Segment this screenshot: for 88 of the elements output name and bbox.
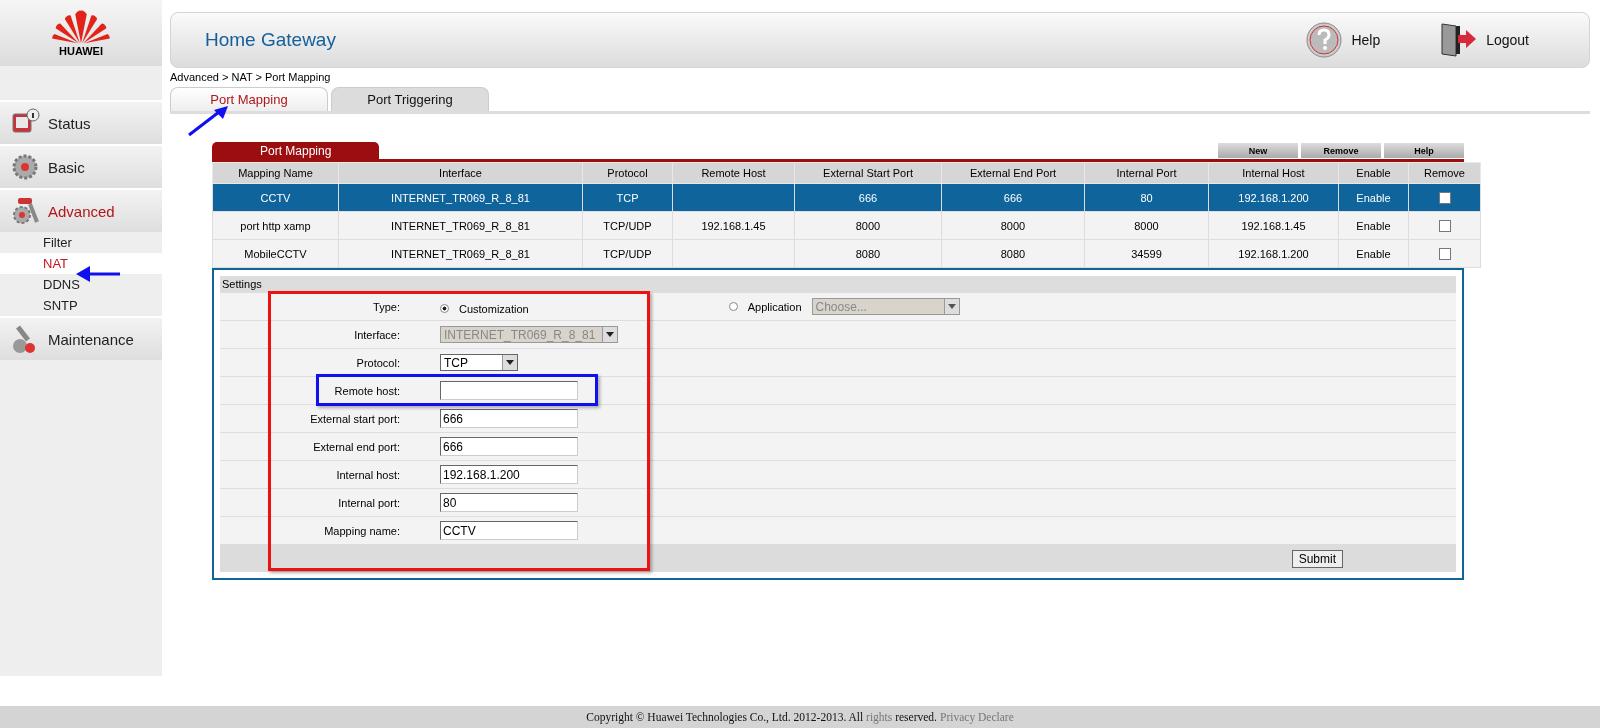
- table-cell: 80: [1140, 191, 1153, 204]
- action-button[interactable]: Help: [1384, 143, 1464, 158]
- help-icon: [1305, 21, 1344, 59]
- caret-icon: [506, 360, 514, 365]
- table-cell: 8000: [1134, 219, 1159, 232]
- field-label: External end port:: [312, 440, 400, 453]
- field-label: Remote host:: [333, 384, 400, 397]
- table-cell: CCTV: [260, 191, 291, 204]
- sidebar-item[interactable]: Advanced: [0, 188, 162, 232]
- action-button[interactable]: Remove: [1301, 143, 1381, 158]
- flower-logo-icon: [51, 9, 111, 45]
- radio-button[interactable]: [728, 302, 738, 311]
- remove-checkbox[interactable]: [1438, 248, 1451, 261]
- logout-link[interactable]: Logout: [1440, 21, 1529, 59]
- gear-wrench-icon: [10, 196, 40, 226]
- caret-icon: [947, 304, 956, 309]
- input-field[interactable]: 666: [440, 437, 578, 456]
- sidebar-item[interactable]: Status: [0, 100, 162, 144]
- radio-option[interactable]: Customization: [440, 302, 529, 315]
- select-field[interactable]: TCP: [440, 354, 518, 371]
- table-cell: 192.168.1.45: [1241, 219, 1306, 232]
- submenu-item[interactable]: NAT: [0, 253, 162, 274]
- table-cell: 192.168.1.200: [1238, 191, 1309, 204]
- column-header: External Start Port: [794, 162, 942, 184]
- column-header: Internal Host: [1208, 162, 1339, 184]
- table-cell: MobileCCTV: [244, 247, 307, 260]
- field-label: Mapping name:: [323, 524, 400, 537]
- table-cell: 8000: [855, 219, 881, 232]
- table-cell: TCP/UDP: [603, 247, 652, 260]
- column-header: External End Port: [941, 162, 1085, 184]
- table-cell: INTERNET_TR069_R_8_81: [391, 247, 530, 260]
- table-row[interactable]: MobileCCTV INTERNET_TR069_R_8_81 TCP/UDP 8080 8080 34599 192.168.1.200 Enable: [212, 239, 1481, 268]
- submit-button[interactable]: Submit: [1291, 549, 1343, 568]
- settings-title: Settings: [220, 276, 1456, 293]
- page-title: Home Gateway: [205, 29, 336, 51]
- copyright-text: Copyright © Huawei Technologies Co., Ltd. 2012-2013. All rights reserved.: [586, 711, 937, 723]
- radio-option[interactable]: Application: [728, 300, 802, 313]
- radio-button[interactable]: [440, 304, 449, 313]
- input-field[interactable]: CCTV: [440, 521, 578, 540]
- brand-name: HUAWEI: [59, 45, 103, 57]
- field-label: Internal host:: [335, 468, 400, 481]
- field-label: Internal port:: [337, 496, 400, 509]
- table-row[interactable]: port http xamp INTERNET_TR069_R_8_81 TCP/UDP 192.168.1.45 8000 8000 8000 192.168.1.45 Enable: [212, 211, 1481, 240]
- remove-checkbox[interactable]: [1438, 220, 1451, 233]
- gear-icon: [10, 152, 40, 182]
- table-cell: 192.168.1.200: [1238, 247, 1309, 260]
- table-cell: 34599: [1131, 247, 1162, 260]
- table-cell: INTERNET_TR069_R_8_81: [391, 219, 530, 232]
- field-label: Protocol:: [355, 356, 400, 369]
- input-field[interactable]: 666: [440, 409, 578, 428]
- table-cell: TCP/UDP: [603, 219, 652, 232]
- table-cell: 8000: [1000, 219, 1026, 232]
- table-cell: 8080: [1000, 247, 1026, 260]
- table-cell: TCP: [616, 191, 639, 204]
- table-cell: 8080: [855, 247, 881, 260]
- breadcrumb: Advanced > NAT > Port Mapping: [170, 71, 332, 83]
- column-header: Enable: [1338, 162, 1409, 184]
- radio-label: Application: [747, 300, 802, 313]
- sidebar-item[interactable]: Maintenance: [0, 316, 162, 360]
- column-header: Interface: [338, 162, 583, 184]
- radio-label: Customization: [459, 302, 529, 315]
- tab[interactable]: Port Mapping: [170, 87, 328, 111]
- input-field[interactable]: 80: [440, 493, 578, 512]
- table-cell: Enable: [1356, 247, 1391, 260]
- remove-checkbox[interactable]: [1438, 192, 1451, 205]
- table-cell: Enable: [1356, 219, 1391, 232]
- field-label: Interface:: [353, 328, 400, 341]
- tab[interactable]: Port Triggering: [331, 87, 489, 111]
- table-cell: 666: [1003, 191, 1023, 204]
- table-cell: 666: [858, 191, 878, 204]
- input-field[interactable]: 192.168.1.200: [440, 465, 578, 484]
- column-header: Remote Host: [672, 162, 795, 184]
- column-header: Mapping Name: [212, 162, 339, 184]
- table-row[interactable]: CCTV INTERNET_TR069_R_8_81 TCP 666 666 80 192.168.1.200 Enable: [212, 183, 1481, 212]
- table-cell: Enable: [1356, 191, 1391, 204]
- help-link[interactable]: Help: [1305, 21, 1381, 59]
- table-cell: 192.168.1.45: [701, 219, 766, 232]
- caret-icon: [606, 332, 614, 337]
- sidebar-item[interactable]: Basic: [0, 144, 162, 188]
- column-header: Remove: [1408, 162, 1481, 184]
- field-label: Type:: [372, 300, 400, 313]
- action-button[interactable]: New: [1218, 143, 1298, 158]
- field-label: External start port:: [309, 412, 400, 425]
- column-header: Internal Port: [1084, 162, 1209, 184]
- table-cell: port http xamp: [240, 219, 311, 232]
- column-header: Protocol: [582, 162, 673, 184]
- input-field[interactable]: [440, 381, 578, 400]
- table-cell: INTERNET_TR069_R_8_81: [391, 191, 530, 204]
